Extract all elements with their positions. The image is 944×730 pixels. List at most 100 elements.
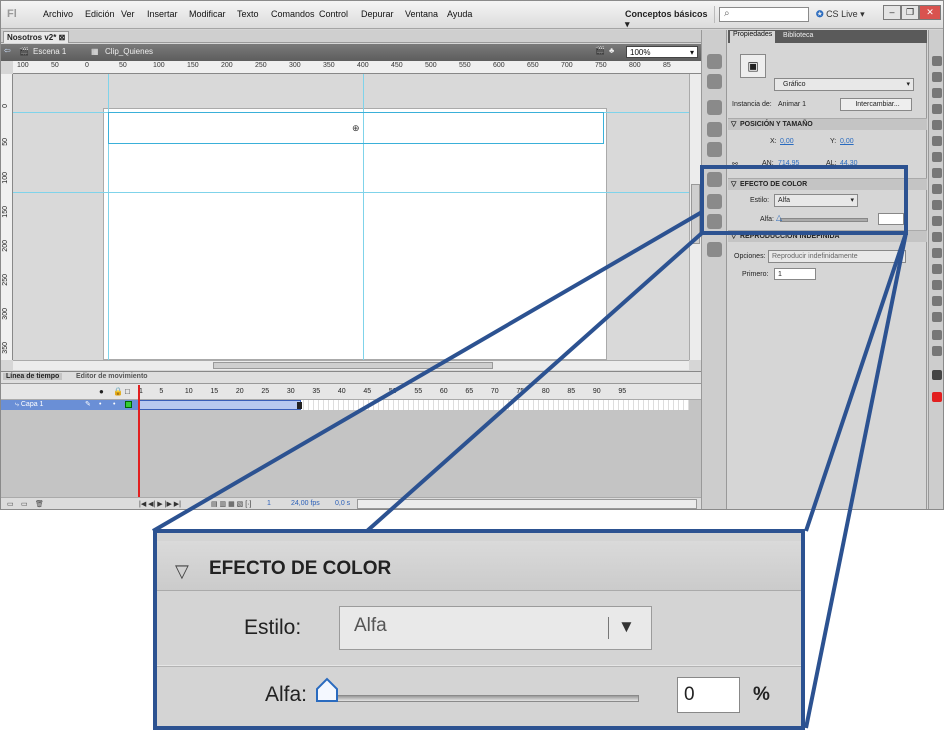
inset-alpha-slider[interactable]: [323, 695, 639, 702]
inset-alpha-input[interactable]: 0: [677, 677, 740, 713]
layer-row[interactable]: ⤷ Capa 1 ✎ • •: [1, 400, 138, 410]
code-snippets-icon[interactable]: [707, 214, 722, 229]
style-select[interactable]: Alfa ▾: [774, 194, 858, 207]
minimize-icon[interactable]: –: [883, 5, 901, 20]
menu-comandos[interactable]: Comandos: [271, 9, 315, 19]
frame-rate[interactable]: 24,00 fps: [291, 500, 320, 507]
swatches-icon[interactable]: [707, 74, 722, 89]
lock-icon[interactable]: 🔒: [113, 387, 123, 396]
options-select[interactable]: Reproducir indefinidamente ▾: [768, 250, 906, 263]
slider-thumb-icon[interactable]: △: [776, 213, 782, 222]
new-layer-icon[interactable]: ▭: [7, 500, 14, 508]
cs-live-button[interactable]: ✪ CS Live ▾: [816, 9, 865, 20]
eye-icon[interactable]: ●: [99, 387, 104, 396]
subselection-tool-icon[interactable]: [932, 72, 942, 82]
document-tab[interactable]: Nosotros v2* ⊠: [3, 31, 70, 43]
tween-span[interactable]: [139, 400, 302, 410]
zoom-tool-icon[interactable]: [932, 312, 942, 322]
align-icon[interactable]: [707, 100, 722, 115]
onion-skin-icon[interactable]: ▤ ▥ ▦ ▧ [·]: [211, 500, 251, 508]
fill-swatch-icon[interactable]: [932, 392, 942, 402]
vertical-scrollbar[interactable]: [689, 74, 701, 360]
library-icon[interactable]: [707, 242, 722, 257]
slider-thumb-icon[interactable]: [315, 677, 339, 703]
visibility-dot[interactable]: •: [99, 400, 101, 410]
stroke-color-icon[interactable]: [932, 330, 942, 340]
menu-archivo[interactable]: Archivo: [43, 9, 73, 19]
delete-layer-icon[interactable]: 🗑: [35, 500, 44, 508]
components-icon[interactable]: [707, 172, 722, 187]
fill-color-icon[interactable]: [932, 346, 942, 356]
alpha-slider[interactable]: [780, 218, 868, 222]
zoom-select[interactable]: 100% ▾: [626, 46, 698, 58]
menu-ver[interactable]: Ver: [121, 9, 135, 19]
menu-control[interactable]: Control: [319, 9, 348, 19]
menu-edicion[interactable]: Edición: [85, 9, 115, 19]
workspace-switcher[interactable]: Conceptos básicos ▾: [609, 6, 715, 29]
selection-tool-icon[interactable]: [932, 56, 942, 66]
x-value[interactable]: 0,00: [780, 138, 794, 145]
outline-icon[interactable]: □: [125, 387, 130, 396]
symbol-breadcrumb[interactable]: Clip_Quienes: [105, 47, 153, 56]
info-icon[interactable]: [707, 122, 722, 137]
section-looping[interactable]: REPRODUCCIÓN INDEFINIDA: [728, 230, 927, 243]
scroll-thumb[interactable]: [691, 184, 700, 244]
inset-style-select[interactable]: Alfa ▼: [339, 606, 652, 650]
keyframe[interactable]: [297, 402, 302, 409]
pen-tool-icon[interactable]: [932, 120, 942, 130]
width-value[interactable]: 714,95: [778, 160, 799, 167]
pencil-tool-icon[interactable]: [932, 184, 942, 194]
color-panel-icon[interactable]: [707, 54, 722, 69]
menu-ventana[interactable]: Ventana: [405, 9, 438, 19]
section-color-effect[interactable]: EFECTO DE COLOR: [728, 178, 927, 191]
edit-symbol-icon[interactable]: ♣: [609, 46, 614, 55]
brush-tool-icon[interactable]: [932, 200, 942, 210]
first-frame-input[interactable]: 1: [774, 268, 816, 280]
lock-proportions-icon[interactable]: ⚯: [732, 160, 738, 168]
swap-button[interactable]: Intercambiar...: [840, 98, 912, 111]
menu-insertar[interactable]: Insertar: [147, 9, 178, 19]
playback-controls-icon[interactable]: |◀ ◀| ▶ |▶ ▶|: [139, 500, 181, 508]
tab-timeline[interactable]: Línea de tiempo: [3, 373, 63, 380]
scroll-thumb[interactable]: [213, 362, 493, 369]
timeline-hscrollbar[interactable]: [357, 499, 697, 509]
line-tool-icon[interactable]: [932, 152, 942, 162]
menu-modificar[interactable]: Modificar: [189, 9, 226, 19]
eyedropper-tool-icon[interactable]: [932, 264, 942, 274]
playhead[interactable]: [138, 385, 140, 509]
frame-ruler[interactable]: 1 5 10 15 20 25 30 35 40 45 50 55 60 65 70 75 80 85 90 95: [139, 388, 699, 398]
tab-motion-editor[interactable]: Editor de movimiento: [73, 373, 151, 380]
stroke-swatch-icon[interactable]: [932, 370, 942, 380]
alpha-input[interactable]: [878, 213, 904, 225]
collapse-triangle-icon[interactable]: ▽: [175, 561, 189, 582]
tab-library[interactable]: Biblioteca: [780, 32, 816, 39]
back-arrow-icon[interactable]: ⇦: [4, 46, 11, 55]
horizontal-scrollbar[interactable]: [13, 360, 689, 370]
transform-icon[interactable]: [707, 142, 722, 157]
motion-presets-icon[interactable]: [707, 194, 722, 209]
y-value[interactable]: 0,00: [840, 138, 854, 145]
new-folder-icon[interactable]: ▭: [21, 500, 28, 508]
tab-properties[interactable]: Propiedades: [730, 31, 776, 43]
menu-ayuda[interactable]: Ayuda: [447, 9, 472, 19]
free-transform-tool-icon[interactable]: [932, 88, 942, 98]
paint-bucket-tool-icon[interactable]: [932, 248, 942, 258]
outline-color-swatch[interactable]: [125, 401, 132, 408]
edit-scene-icon[interactable]: 🎬: [595, 46, 605, 55]
close-icon[interactable]: ⊠: [59, 33, 66, 42]
menu-texto[interactable]: Texto: [237, 9, 259, 19]
scene-breadcrumb[interactable]: Escena 1: [33, 47, 66, 56]
menu-depurar[interactable]: Depurar: [361, 9, 394, 19]
deco-tool-icon[interactable]: [932, 216, 942, 226]
stage[interactable]: [103, 108, 607, 360]
section-position-size[interactable]: POSICIÓN Y TAMAÑO: [728, 118, 927, 131]
eraser-tool-icon[interactable]: [932, 280, 942, 290]
text-tool-icon[interactable]: [932, 136, 942, 146]
bone-tool-icon[interactable]: [932, 232, 942, 242]
hand-tool-icon[interactable]: [932, 296, 942, 306]
close-icon[interactable]: ✕: [919, 5, 941, 20]
lasso-tool-icon[interactable]: [932, 104, 942, 114]
help-search-input[interactable]: ⌕: [719, 7, 809, 22]
height-value[interactable]: 44,30: [840, 160, 858, 167]
rectangle-tool-icon[interactable]: [932, 168, 942, 178]
